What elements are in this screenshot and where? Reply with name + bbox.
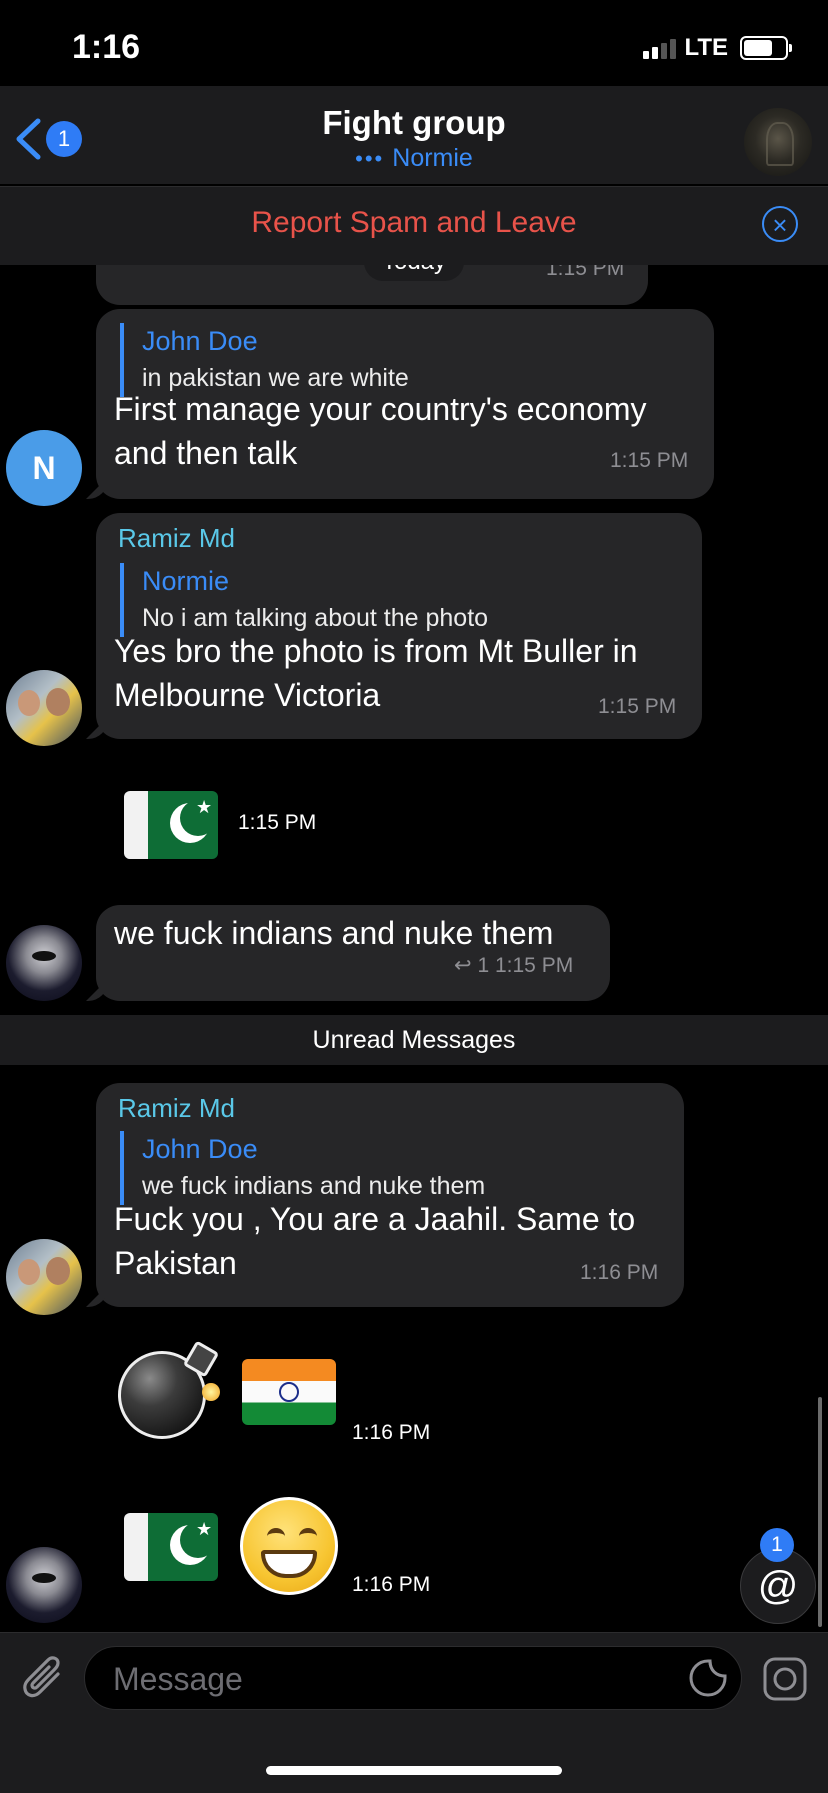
close-icon[interactable]: ×: [762, 206, 798, 242]
reply-author: John Doe: [142, 1134, 258, 1164]
avatar[interactable]: [6, 670, 82, 746]
message-time: 1:16 PM: [352, 1421, 431, 1444]
message-text-line: and then talk: [114, 435, 298, 471]
avatar[interactable]: N: [6, 430, 82, 506]
home-indicator[interactable]: [266, 1766, 562, 1775]
message-time: 1:15 PM: [546, 265, 625, 280]
status-indicators: LTE: [643, 34, 792, 62]
message-text-line: Melbourne Victoria: [114, 677, 381, 713]
reply-arrow-icon: ↩: [454, 954, 472, 977]
unread-separator: Unread Messages: [0, 1015, 828, 1065]
group-avatar[interactable]: [744, 108, 812, 176]
avatar[interactable]: [6, 925, 82, 1001]
typing-status: ••• Normie: [0, 144, 828, 173]
message-text-line: Fuck you , You are a Jaahil. Same to: [114, 1201, 636, 1237]
date-separator: Today: [364, 265, 464, 281]
status-time: 1:16: [72, 28, 141, 66]
india-flag-emoji[interactable]: [242, 1359, 336, 1425]
scroll-indicator[interactable]: [818, 1397, 822, 1627]
typing-user: Normie: [392, 144, 473, 172]
message-time: 1:15 PM: [494, 954, 574, 977]
message-time: 1:16 PM: [352, 1573, 431, 1596]
pakistan-flag-emoji[interactable]: ★: [124, 791, 218, 859]
chat-title[interactable]: Fight group: [0, 104, 828, 142]
message-text-line: Yes bro the photo is from Mt Buller in: [114, 633, 638, 669]
avatar[interactable]: [6, 1547, 82, 1623]
sticker-icon[interactable]: [688, 1658, 728, 1698]
avatar[interactable]: [6, 1239, 82, 1315]
message-bubble[interactable]: John Doe in pakistan we are white First …: [96, 309, 714, 499]
message-field-container: [84, 1646, 742, 1710]
message-input[interactable]: [111, 1657, 675, 1701]
message-text: aashole: [114, 265, 226, 275]
mention-badge: 1: [760, 1528, 794, 1562]
bomb-spark-icon: [202, 1383, 220, 1401]
reply-author: John Doe: [142, 326, 258, 356]
message-time: 1:15 PM: [598, 695, 677, 718]
reply-preview[interactable]: John Doe we fuck indians and nuke them: [120, 1131, 485, 1205]
message-text: we fuck indians and nuke them: [114, 915, 554, 951]
network-label: LTE: [684, 34, 728, 61]
message-time: 1:15 PM: [610, 449, 689, 472]
message-text-line: First manage your country's economy: [114, 391, 647, 427]
message-bubble[interactable]: Ramiz Md Normie No i am talking about th…: [96, 513, 702, 739]
sender-name[interactable]: Ramiz Md: [118, 523, 235, 554]
message-time: 1:15 PM: [238, 811, 317, 834]
report-spam-button[interactable]: Report Spam and Leave: [0, 206, 828, 240]
battery-icon: [740, 36, 792, 60]
reply-author: Normie: [142, 566, 230, 596]
message-bubble[interactable]: we fuck indians and nuke them ↩ 1 1:15 P…: [96, 905, 610, 1001]
reply-preview[interactable]: John Doe in pakistan we are white: [120, 323, 409, 397]
signal-icon: [643, 37, 677, 59]
message-bubble[interactable]: Ramiz Md John Doe we fuck indians and nu…: [96, 1083, 684, 1307]
typing-dots-icon: •••: [355, 146, 385, 171]
reply-preview[interactable]: Normie No i am talking about the photo: [120, 563, 488, 637]
paperclip-icon[interactable]: [20, 1652, 66, 1702]
message-text-line: Pakistan: [114, 1245, 237, 1281]
pakistan-flag-emoji[interactable]: ★: [124, 1513, 218, 1581]
reply-count: 1: [477, 954, 490, 977]
message-meta: ↩ 1 1:15 PM: [454, 953, 573, 978]
grinning-face-emoji[interactable]: [240, 1497, 338, 1595]
sender-name[interactable]: Ramiz Md: [118, 1093, 235, 1124]
camera-icon[interactable]: [762, 1656, 808, 1702]
message-time: 1:16 PM: [580, 1261, 659, 1284]
message-list[interactable]: aashole 1:15 PM Today John Doe in pakist…: [0, 265, 828, 1632]
